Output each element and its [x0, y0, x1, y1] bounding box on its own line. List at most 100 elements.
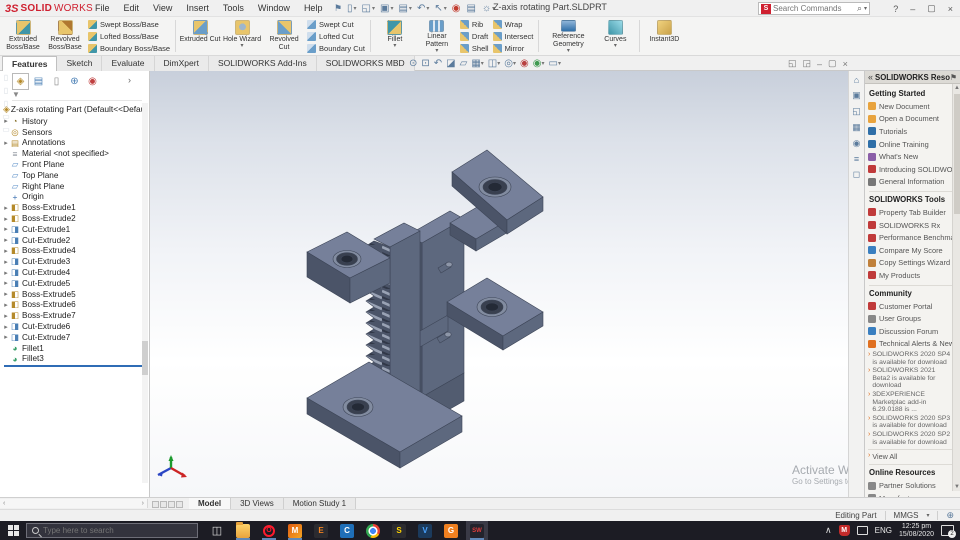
taskbar-search-input[interactable] [43, 526, 173, 535]
menu-item[interactable]: Insert [179, 0, 216, 17]
tree-item[interactable]: ▸ ◨ Cut-Extrude5 [2, 278, 142, 289]
feature-stack-button[interactable]: Draft [459, 31, 489, 42]
globe-icon[interactable]: ⊕ [946, 510, 954, 521]
tree-item[interactable]: ▸ ◧ Boss-Extrude4 [2, 246, 142, 257]
command-search-input[interactable] [773, 4, 857, 13]
viewbar-icon[interactable]: ◉ [519, 58, 530, 69]
menu-item[interactable]: Edit [117, 0, 147, 17]
viewbar-icon[interactable]: ▦ ▾ [470, 58, 484, 69]
boss-stack-button[interactable]: Boundary Boss/Base [88, 43, 170, 54]
pin-toolbar-icon[interactable]: ⚑ [334, 3, 342, 14]
taskpane-link[interactable]: Performance Benchmark Te [868, 231, 953, 244]
ribbon-tab[interactable]: Features [2, 56, 58, 71]
viewbar-icon[interactable]: ↶ [433, 58, 443, 69]
news-item[interactable]: › SOLIDWORKS 2020 SP4 is available for d… [868, 351, 953, 366]
taskpane-link[interactable]: Discussion Forum [868, 325, 953, 338]
expand-arrow-icon[interactable]: ▸ [2, 204, 10, 212]
doc-window-button[interactable]: × [843, 59, 848, 69]
tree-hscrollbar[interactable]: ‹ › [0, 499, 148, 508]
expand-arrow-icon[interactable]: ▸ [2, 301, 10, 309]
taskbar-app-icon[interactable] [232, 521, 254, 540]
taskpane-link[interactable]: Compare My Score [868, 244, 953, 257]
taskbar-search[interactable] [26, 523, 198, 538]
hole-wizard-button[interactable]: Hole Wizard ▾ [221, 18, 263, 54]
graphics-viewport[interactable]: Activate Windows Go to Settings to activ… [150, 71, 848, 497]
viewbar-icon[interactable]: ◎ ▾ [503, 58, 517, 69]
task-pane-tab-icon[interactable]: ◱ [852, 106, 861, 117]
viewbar-icon[interactable]: ⊙ [408, 58, 418, 69]
3d-model[interactable] [270, 135, 610, 480]
tree-item[interactable]: ◕ Fillet3 [2, 354, 142, 365]
doc-window-button[interactable]: ◲ [803, 58, 812, 69]
scroll-left-icon[interactable]: ‹ [3, 500, 5, 507]
expand-arrow-icon[interactable]: ▸ [2, 269, 10, 277]
tree-item[interactable]: ▸ ◧ Boss-Extrude6 [2, 300, 142, 311]
expand-arrow-icon[interactable]: ▸ [2, 117, 10, 125]
doc-window-button[interactable]: ◱ [788, 58, 797, 69]
viewbar-icon[interactable]: ⊡ [420, 58, 430, 69]
taskpane-link[interactable]: Copy Settings Wizard [868, 257, 953, 270]
minimize-button[interactable]: – [905, 4, 920, 14]
taskpane-link[interactable]: Partner Solutions [868, 479, 953, 492]
panel-tabs-chevron[interactable]: › [128, 75, 131, 85]
fillet-button[interactable]: Fillet ▾ [374, 18, 416, 54]
taskpane-link[interactable]: Customer Portal [868, 300, 953, 313]
cut-stack-button[interactable]: Lofted Cut [307, 31, 365, 42]
tree-item[interactable]: ▸ ◨ Cut-Extrude7 [2, 332, 142, 343]
panel-tab[interactable]: ▯ [48, 74, 65, 89]
cut-stack-button[interactable]: Swept Cut [307, 19, 365, 30]
taskpane-link[interactable]: Online Training [868, 138, 953, 151]
boss-stack-button[interactable]: Lofted Boss/Base [88, 31, 170, 42]
viewbar-icon[interactable]: ▱ [459, 58, 469, 69]
task-pane-tab-icon[interactable]: ▣ [852, 90, 861, 101]
scroll-down-icon[interactable]: ▼ [953, 484, 960, 490]
language-indicator[interactable]: ENG [875, 526, 892, 535]
panel-tab[interactable]: ◈ [12, 72, 29, 90]
taskbar-app-icon[interactable]: M [284, 521, 306, 540]
expand-arrow-icon[interactable]: ▸ [2, 333, 10, 341]
menu-item[interactable]: Window [251, 0, 297, 17]
expand-arrow-icon[interactable]: ▸ [2, 139, 10, 147]
view-all-link[interactable]: › View All [868, 449, 953, 461]
taskbar-app-icon[interactable]: C [336, 521, 358, 540]
taskpane-link[interactable]: Technical Alerts & News [868, 338, 953, 351]
scrollbar-thumb[interactable] [142, 341, 148, 375]
news-item[interactable]: › SOLIDWORKS 2021 Beta2 is available for… [868, 367, 953, 390]
ribbon-tab[interactable]: SOLIDWORKS MBD [316, 56, 415, 71]
tree-item[interactable]: + Origin [2, 192, 142, 203]
task-pane-tab-icon[interactable]: ◻ [853, 169, 860, 180]
extruded-boss-button[interactable]: Extruded Boss/Base [2, 18, 44, 54]
panel-tab[interactable]: ◉ [84, 74, 101, 89]
taskbar-app-icon[interactable] [362, 521, 384, 540]
revolved-cut-button[interactable]: Revolved Cut [263, 18, 305, 54]
expand-arrow-icon[interactable]: ▸ [2, 258, 10, 266]
start-button[interactable] [0, 521, 26, 540]
taskbar-app-icon[interactable]: O [258, 521, 280, 540]
taskpane-link[interactable]: Property Tab Builder [868, 206, 953, 219]
restore-button[interactable]: ▢ [922, 3, 941, 14]
tree-item[interactable]: ▸ ◧ Boss-Extrude7 [2, 310, 142, 321]
feature-stack-button[interactable]: Intersect [492, 31, 533, 42]
tree-item[interactable]: ▱ Top Plane [2, 170, 142, 181]
help-button[interactable]: ? [888, 4, 903, 14]
news-item[interactable]: › SOLIDWORKS 2020 SP2 is available for d… [868, 431, 953, 446]
taskpane-link[interactable]: Tutorials [868, 125, 953, 138]
tree-item[interactable]: ≡ Material <not specified> [2, 148, 142, 159]
tree-item[interactable]: ▸ ◧ Boss-Extrude5 [2, 289, 142, 300]
tray-expand-icon[interactable]: ∧ [825, 525, 832, 536]
ribbon-tab[interactable]: SOLIDWORKS Add-Ins [208, 56, 317, 71]
tree-item[interactable]: ▸ ◧ Boss-Extrude1 [2, 202, 142, 213]
linear-pattern-button[interactable]: Linear Pattern ▾ [416, 18, 458, 54]
feature-stack-button[interactable]: Rib [459, 19, 489, 30]
curves-button[interactable]: Curves ▾ [594, 18, 636, 54]
task-pane-tab-icon[interactable]: ◉ [853, 138, 861, 149]
expand-arrow-icon[interactable]: ▸ [2, 225, 10, 233]
tree-item[interactable]: ▸ ◨ Cut-Extrude2 [2, 235, 142, 246]
scroll-right-icon[interactable]: › [142, 500, 144, 507]
menu-item[interactable]: Tools [216, 0, 251, 17]
task-pane-scrollbar[interactable]: ▲ ▼ [952, 84, 960, 491]
taskpane-link[interactable]: New Document [868, 100, 953, 113]
boss-stack-button[interactable]: Swept Boss/Base [88, 19, 170, 30]
feature-stack-button[interactable]: Wrap [492, 19, 534, 30]
expand-arrow-icon[interactable]: ▸ [2, 279, 10, 287]
